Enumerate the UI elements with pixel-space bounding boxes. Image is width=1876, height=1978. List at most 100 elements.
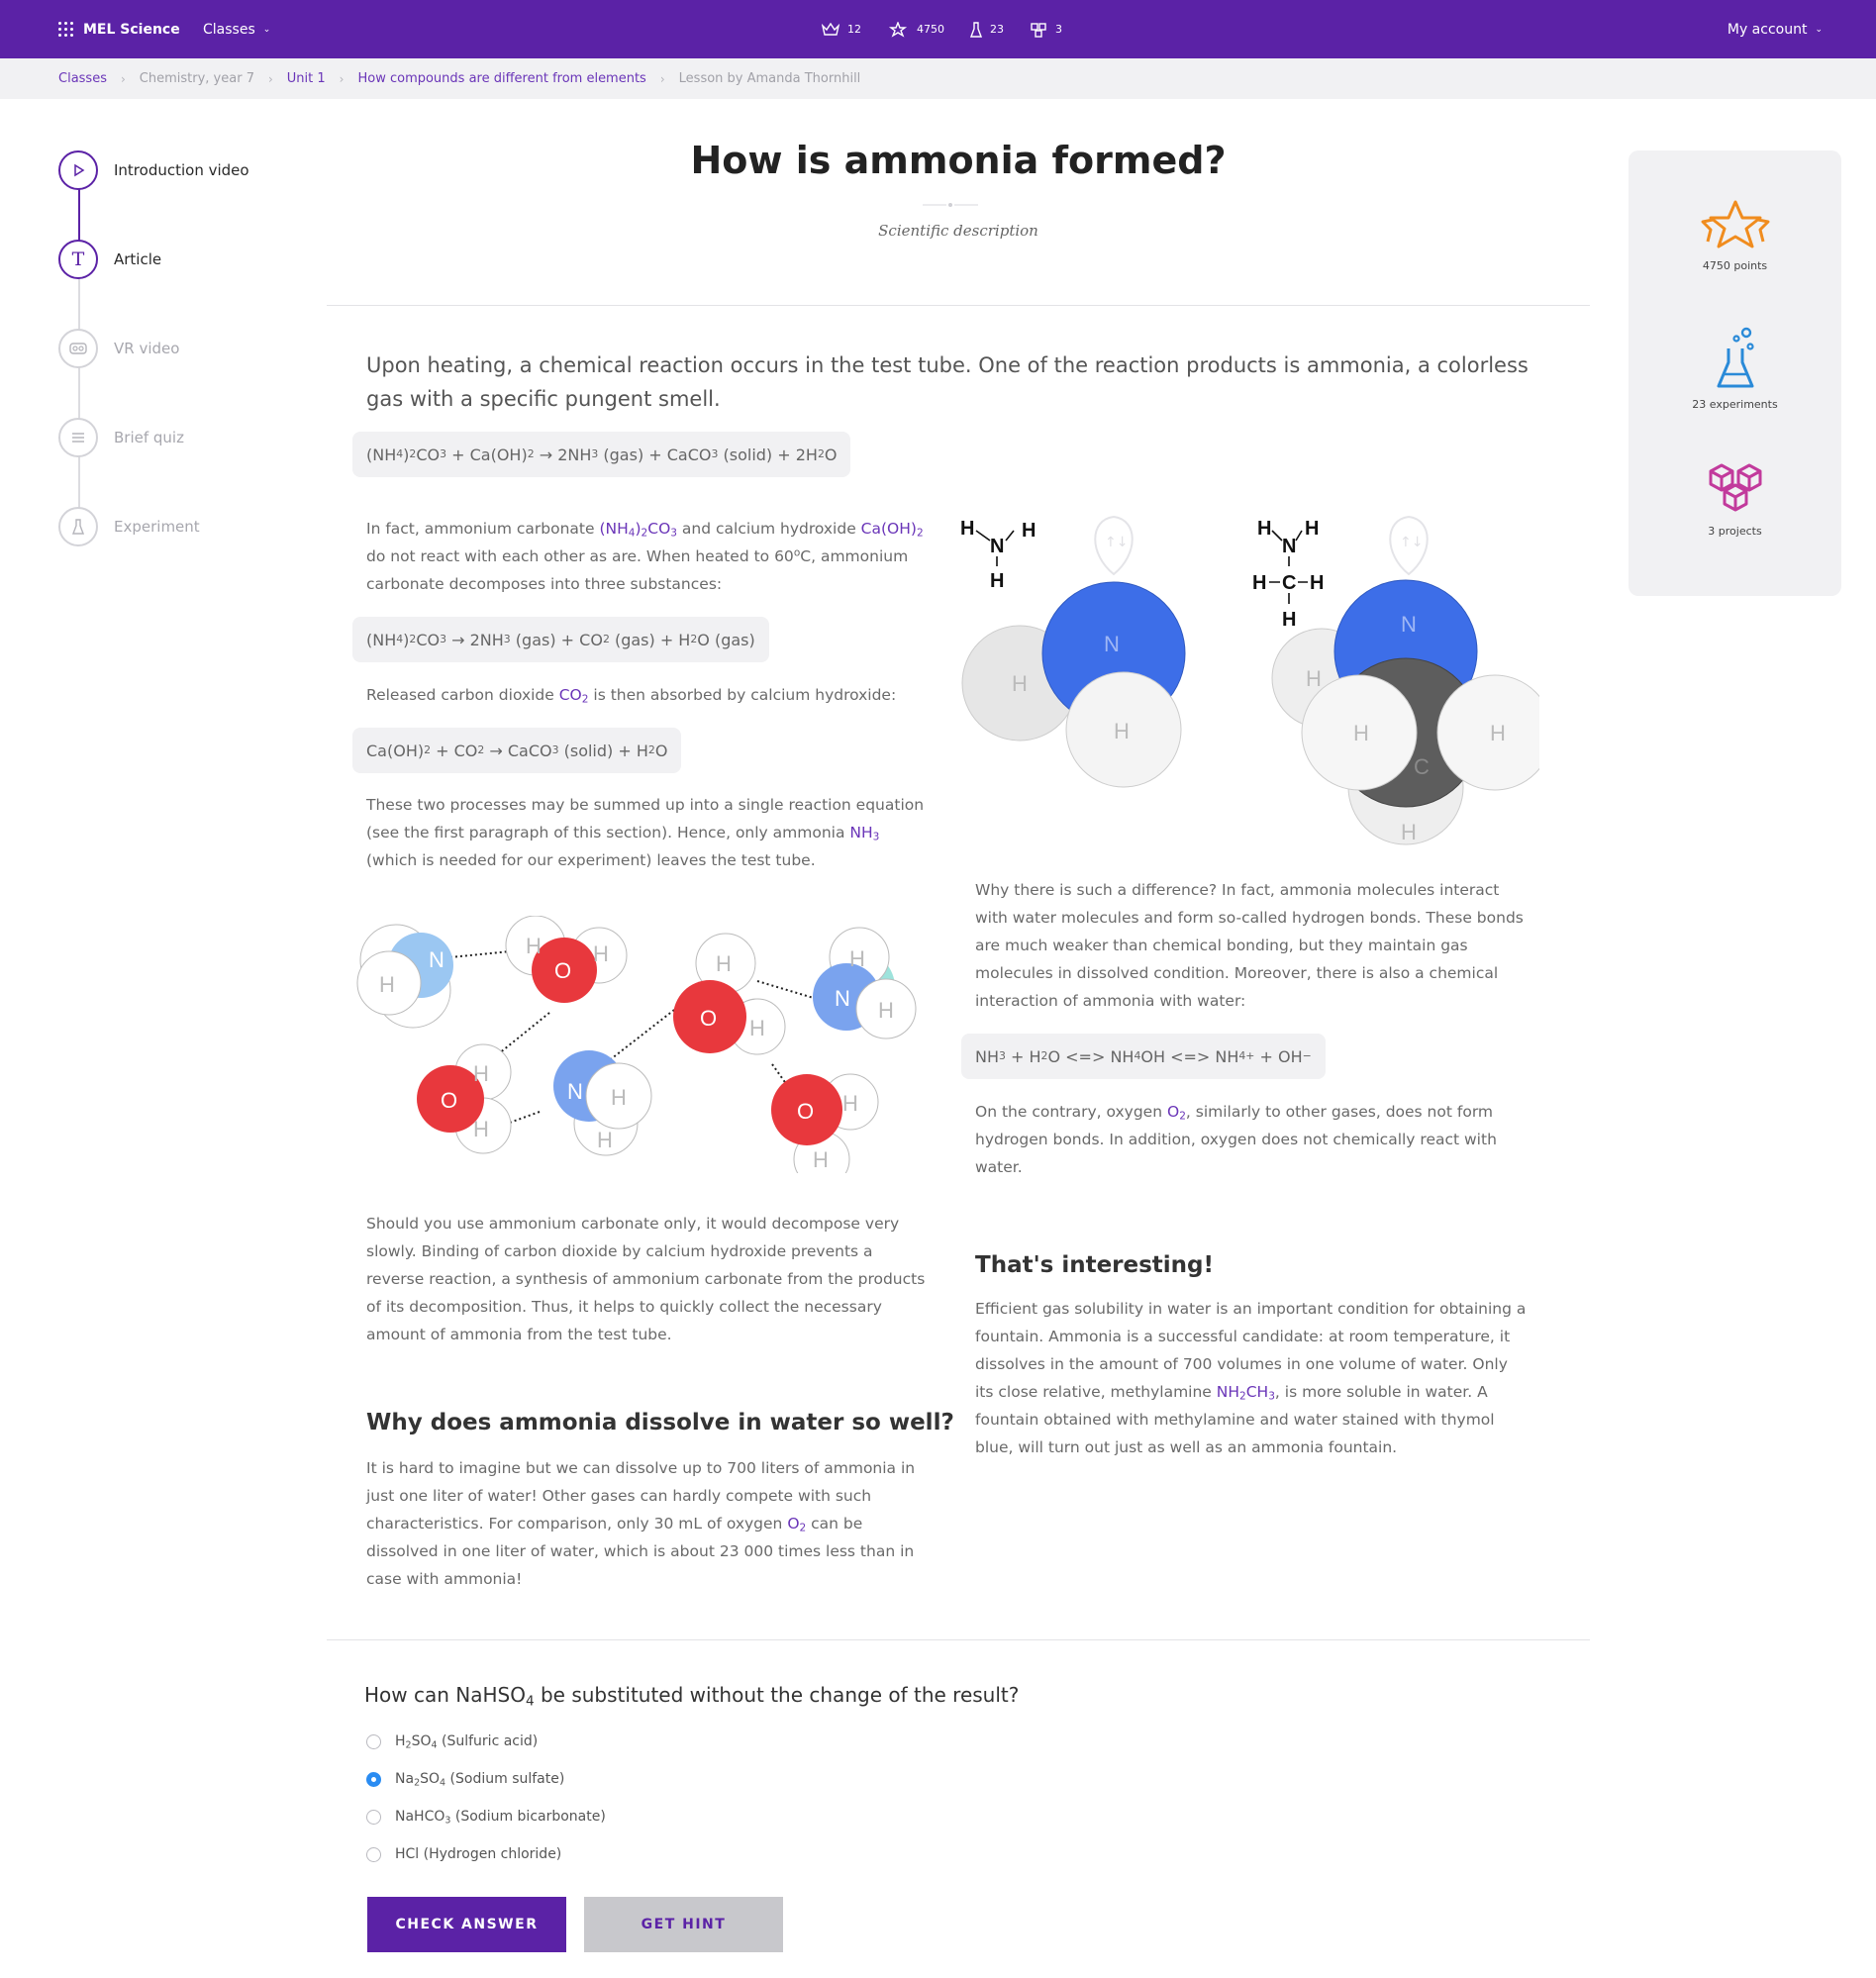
step-brief-quiz[interactable]: Brief quiz [58, 418, 184, 457]
get-hint-button[interactable]: GET HINT [584, 1897, 783, 1952]
lone-pair-icon: ↑↓ [1400, 535, 1423, 550]
atom-label: N [1401, 612, 1417, 637]
quiz-option-hydrogen-chloride[interactable]: HCl (Hydrogen chloride) [366, 1846, 561, 1862]
atom-label: H [849, 946, 865, 971]
paragraph-oxygen: On the contrary, oxygen O2, similarly to… [975, 1103, 1497, 1176]
atom-label: N [1282, 536, 1296, 557]
projects-summary: 3 projects [1629, 461, 1841, 538]
step-introduction-video[interactable]: Introduction video [58, 150, 249, 190]
radio-button-selected[interactable] [366, 1771, 381, 1787]
equation-absorption: Ca(OH) 2 + CO 2 → CaCO 3 (solid) + H2O [352, 728, 682, 773]
quiz-option-label: H2SO4 (Sulfuric acid) [395, 1733, 539, 1751]
classes-menu-label: Classes [203, 21, 255, 38]
breadcrumb-course: Chemistry, year 7 [139, 71, 254, 86]
atom-label: H [749, 1016, 765, 1040]
atom-label: H [1282, 609, 1296, 631]
crown-icon [822, 22, 839, 36]
atom-label: H [1022, 520, 1036, 542]
atom-label: H [1252, 572, 1266, 594]
stat-points: 4750 [887, 21, 944, 38]
quiz-option-sodium-sulfate[interactable]: Na2SO4 (Sodium sulfate) [366, 1771, 564, 1788]
atom-label: H [1306, 666, 1322, 691]
breadcrumb-classes[interactable]: Classes [58, 71, 107, 86]
water-molecule: H H O [417, 1043, 512, 1154]
divider [327, 1639, 1590, 1640]
atom-label: H [1490, 721, 1506, 745]
paragraph-hydrogen-bonds: Why there is such a difference? In fact,… [975, 881, 1524, 1010]
paragraph-decomposition-speed: Should you use ammonium carbonate only, … [366, 1215, 926, 1343]
stars-icon [888, 21, 908, 38]
cubes-icon [1031, 22, 1046, 38]
step-label: Article [114, 250, 162, 268]
user-stats: 12 4750 23 3 [822, 0, 1062, 58]
atom-label: H [473, 1061, 489, 1086]
quiz-question: How can NaHSO4 be substituted without th… [364, 1683, 1020, 1710]
check-answer-button[interactable]: CHECK ANSWER [367, 1897, 566, 1952]
stat-crowns: 12 [822, 22, 861, 37]
paragraph-solubility: It is hard to imagine but we can dissolv… [366, 1459, 916, 1588]
top-navigation-bar: MEL Science Classes ⌄ 12 4750 23 3 My ac… [0, 0, 1876, 58]
water-molecule: H H O [771, 1073, 879, 1173]
equation-main: (NH 4) 2 CO 3 + Ca(OH) 2 → 2NH 3 (gas) + CaCO 3… [352, 432, 851, 477]
stat-crowns-value: 12 [847, 23, 861, 36]
atom-label: N [835, 986, 850, 1011]
classes-menu[interactable]: Classes ⌄ [203, 0, 270, 58]
ammonia-molecule: N H H [553, 1050, 652, 1156]
radio-button[interactable] [366, 1733, 381, 1749]
atom-label: H [813, 1147, 829, 1172]
points-summary: 4750 points [1629, 200, 1841, 272]
methylamine-structure-diagram: H H N H C H H ↑↓ N H H H C H [1252, 515, 1539, 845]
stat-points-value: 4750 [917, 23, 944, 36]
breadcrumb-separator-icon: › [659, 71, 665, 86]
atom-label: N [990, 536, 1004, 557]
flask-icon [58, 507, 98, 546]
breadcrumb: Classes › Chemistry, year 7 › Unit 1 › H… [0, 58, 1876, 99]
atom-label: C [1414, 754, 1430, 779]
heading-dissolve: Why does ammonia dissolve in water so we… [366, 1410, 954, 1435]
step-label: Introduction video [114, 161, 249, 179]
atom-label: O [700, 1006, 717, 1031]
step-label: Experiment [114, 518, 200, 536]
intro-paragraph: Upon heating, a chemical reaction occurs… [366, 353, 1529, 411]
atom-label: O [441, 1088, 457, 1113]
step-experiment[interactable]: Experiment [58, 507, 200, 546]
flask-icon [1717, 327, 1754, 388]
stars-icon [1701, 200, 1769, 248]
radio-button[interactable] [366, 1846, 381, 1862]
atom-label: C [1282, 572, 1296, 594]
step-vr-video[interactable]: VR video [58, 329, 179, 368]
points-label: 4750 points [1702, 259, 1768, 272]
stat-projects-value: 3 [1055, 23, 1062, 36]
step-article[interactable]: T Article [58, 240, 161, 279]
breadcrumb-topic[interactable]: How compounds are different from element… [357, 71, 645, 86]
account-menu-label: My account [1727, 21, 1808, 38]
atom-label: H [842, 1091, 858, 1116]
page-subtitle: Scientific description [878, 222, 1038, 240]
atom-label: H [960, 518, 974, 540]
brand-name: MEL Science [83, 21, 180, 38]
atom-label: H [526, 934, 542, 958]
experiments-label: 23 experiments [1692, 398, 1778, 411]
quiz-option-sodium-bicarbonate[interactable]: NaHCO3 (Sodium bicarbonate) [366, 1809, 606, 1826]
atom-label: H [1012, 671, 1028, 696]
breadcrumb-separator-icon: › [339, 71, 345, 86]
ammonia-structure-diagram: H H N H ↑↓ N H H [960, 515, 1186, 788]
brand-logo[interactable]: MEL Science [58, 0, 180, 58]
hydrogen-bonds-illustration: N H H H O H H O N H H H H O H N H H H O [356, 916, 917, 1173]
projects-label: 3 projects [1708, 525, 1762, 538]
quiz-option-sulfuric-acid[interactable]: H2SO4 (Sulfuric acid) [366, 1733, 539, 1751]
atom-label: H [597, 1128, 613, 1152]
page-title: How is ammonia formed? [690, 139, 1227, 182]
equation-decomposition: (NH 4) 2 CO 3 → 2NH 3 (gas) + CO 2 (gas) + H2O… [352, 617, 769, 662]
breadcrumb-lesson-author: Lesson by Amanda Thornhill [678, 71, 861, 86]
atom-label: H [1401, 820, 1417, 844]
title-divider [923, 203, 978, 207]
atom-label: H [1257, 518, 1271, 540]
cubes-icon [1709, 463, 1761, 512]
atom-label: O [554, 958, 571, 983]
atom-label: H [1305, 518, 1319, 540]
account-menu[interactable]: My account ⌄ [1728, 0, 1823, 58]
radio-button[interactable] [366, 1809, 381, 1825]
stat-projects: 3 [1030, 22, 1062, 38]
breadcrumb-unit[interactable]: Unit 1 [287, 71, 326, 86]
